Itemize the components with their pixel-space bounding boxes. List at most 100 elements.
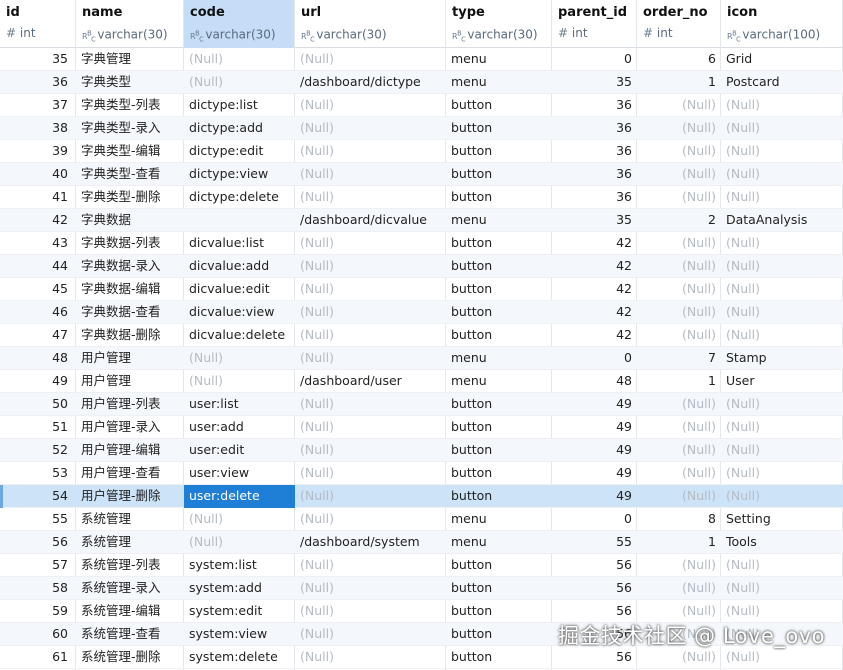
cell-code[interactable]: dictype:add	[184, 117, 295, 140]
cell-icon[interactable]: Setting	[721, 508, 843, 531]
cell-parent-id[interactable]: 49	[552, 393, 637, 416]
cell-id[interactable]: 51	[0, 416, 76, 439]
cell-id[interactable]: 54	[0, 485, 76, 508]
cell-parent-id[interactable]: 42	[552, 255, 637, 278]
cell-order-no[interactable]: (Null)	[637, 554, 721, 577]
cell-id[interactable]: 52	[0, 439, 76, 462]
cell-order-no[interactable]: 6	[637, 48, 721, 71]
cell-type[interactable]: button	[446, 485, 552, 508]
cell-name[interactable]: 系统管理-列表	[76, 554, 184, 577]
cell-name[interactable]: 字典类型-列表	[76, 94, 184, 117]
cell-type[interactable]: button	[446, 324, 552, 347]
cell-icon[interactable]: (Null)	[721, 94, 843, 117]
cell-parent-id[interactable]: 48	[552, 370, 637, 393]
table-row[interactable]: 53 用户管理-查看 user:view (Null) button 49 (Null) (N…	[0, 462, 843, 485]
cell-type[interactable]: button	[446, 186, 552, 209]
cell-name[interactable]: 用户管理-录入	[76, 416, 184, 439]
cell-code[interactable]: dicvalue:list	[184, 232, 295, 255]
table-row[interactable]: 51 用户管理-录入 user:add (Null) button 49 (Null) (Nu…	[0, 416, 843, 439]
cell-url[interactable]: (Null)	[295, 324, 446, 347]
cell-url[interactable]: (Null)	[295, 646, 446, 669]
cell-type[interactable]: menu	[446, 531, 552, 554]
cell-code[interactable]: dictype:delete	[184, 186, 295, 209]
cell-parent-id[interactable]: 36	[552, 163, 637, 186]
cell-order-no[interactable]: (Null)	[637, 140, 721, 163]
cell-parent-id[interactable]: 42	[552, 278, 637, 301]
table-row[interactable]: 44 字典数据-录入 dicvalue:add (Null) button 42 (Null…	[0, 255, 843, 278]
cell-type[interactable]: button	[446, 577, 552, 600]
cell-id[interactable]: 42	[0, 209, 76, 232]
cell-parent-id[interactable]: 0	[552, 48, 637, 71]
cell-type[interactable]: menu	[446, 209, 552, 232]
column-header-type[interactable]: type RBC varchar(30)	[446, 0, 552, 48]
cell-parent-id[interactable]: 0	[552, 508, 637, 531]
cell-order-no[interactable]: (Null)	[637, 439, 721, 462]
cell-url[interactable]: (Null)	[295, 140, 446, 163]
cell-type[interactable]: button	[446, 163, 552, 186]
column-header-order-no[interactable]: order_no # int	[637, 0, 721, 48]
cell-url[interactable]: /dashboard/dicvalue	[295, 209, 446, 232]
cell-id[interactable]: 55	[0, 508, 76, 531]
cell-order-no[interactable]: 1	[637, 71, 721, 94]
cell-order-no[interactable]: (Null)	[637, 163, 721, 186]
table-row[interactable]: 55 系统管理 (Null) (Null) menu 0 8 Setting	[0, 508, 843, 531]
cell-name[interactable]: 字典数据-录入	[76, 255, 184, 278]
cell-parent-id[interactable]: 35	[552, 209, 637, 232]
cell-code[interactable]: dictype:edit	[184, 140, 295, 163]
cell-type[interactable]: button	[446, 554, 552, 577]
cell-name[interactable]: 字典数据-编辑	[76, 278, 184, 301]
cell-id[interactable]: 37	[0, 94, 76, 117]
cell-code[interactable]: dictype:view	[184, 163, 295, 186]
cell-id[interactable]: 40	[0, 163, 76, 186]
cell-parent-id[interactable]: 35	[552, 71, 637, 94]
cell-name[interactable]: 系统管理-录入	[76, 577, 184, 600]
cell-parent-id[interactable]: 36	[552, 186, 637, 209]
cell-name[interactable]: 用户管理-列表	[76, 393, 184, 416]
cell-name[interactable]: 用户管理	[76, 370, 184, 393]
table-row[interactable]: 35 字典管理 (Null) (Null) menu 0 6 Grid	[0, 48, 843, 71]
cell-type[interactable]: menu	[446, 71, 552, 94]
cell-code[interactable]: (Null)	[184, 531, 295, 554]
table-row[interactable]: 57 系统管理-列表 system:list (Null) button 56 (Null)…	[0, 554, 843, 577]
cell-icon[interactable]: (Null)	[721, 301, 843, 324]
cell-type[interactable]: button	[446, 393, 552, 416]
cell-id[interactable]: 60	[0, 623, 76, 646]
cell-url[interactable]: (Null)	[295, 117, 446, 140]
cell-name[interactable]: 字典类型-删除	[76, 186, 184, 209]
cell-order-no[interactable]: 7	[637, 347, 721, 370]
cell-url[interactable]: /dashboard/system	[295, 531, 446, 554]
cell-type[interactable]: button	[446, 117, 552, 140]
cell-icon[interactable]: User	[721, 370, 843, 393]
cell-icon[interactable]: (Null)	[721, 485, 843, 508]
cell-type[interactable]: button	[446, 623, 552, 646]
cell-code[interactable]: dicvalue:delete	[184, 324, 295, 347]
cell-type[interactable]: menu	[446, 48, 552, 71]
cell-url[interactable]: (Null)	[295, 554, 446, 577]
cell-id[interactable]: 53	[0, 462, 76, 485]
cell-name[interactable]: 系统管理-编辑	[76, 600, 184, 623]
cell-order-no[interactable]: (Null)	[637, 416, 721, 439]
table-row[interactable]: 41 字典类型-删除 dictype:delete (Null) button 36 (Nu…	[0, 186, 843, 209]
table-row[interactable]: 37 字典类型-列表 dictype:list (Null) button 36 (Null…	[0, 94, 843, 117]
cell-order-no[interactable]: (Null)	[637, 462, 721, 485]
cell-type[interactable]: button	[446, 232, 552, 255]
cell-code[interactable]: (Null)	[184, 48, 295, 71]
cell-icon[interactable]: (Null)	[721, 462, 843, 485]
cell-url[interactable]: (Null)	[295, 301, 446, 324]
column-header-name[interactable]: name RBC varchar(30)	[76, 0, 184, 48]
cell-order-no[interactable]: (Null)	[637, 485, 721, 508]
cell-type[interactable]: button	[446, 301, 552, 324]
cell-parent-id[interactable]: 36	[552, 117, 637, 140]
cell-type[interactable]: button	[446, 600, 552, 623]
cell-code[interactable]: dicvalue:view	[184, 301, 295, 324]
cell-url[interactable]: (Null)	[295, 508, 446, 531]
cell-url[interactable]: (Null)	[295, 48, 446, 71]
cell-name[interactable]: 用户管理-编辑	[76, 439, 184, 462]
cell-code[interactable]: user:view	[184, 462, 295, 485]
cell-id[interactable]: 47	[0, 324, 76, 347]
cell-order-no[interactable]: 8	[637, 508, 721, 531]
cell-url[interactable]: (Null)	[295, 416, 446, 439]
cell-code[interactable]: user:edit	[184, 439, 295, 462]
cell-id[interactable]: 38	[0, 117, 76, 140]
cell-url[interactable]: (Null)	[295, 255, 446, 278]
